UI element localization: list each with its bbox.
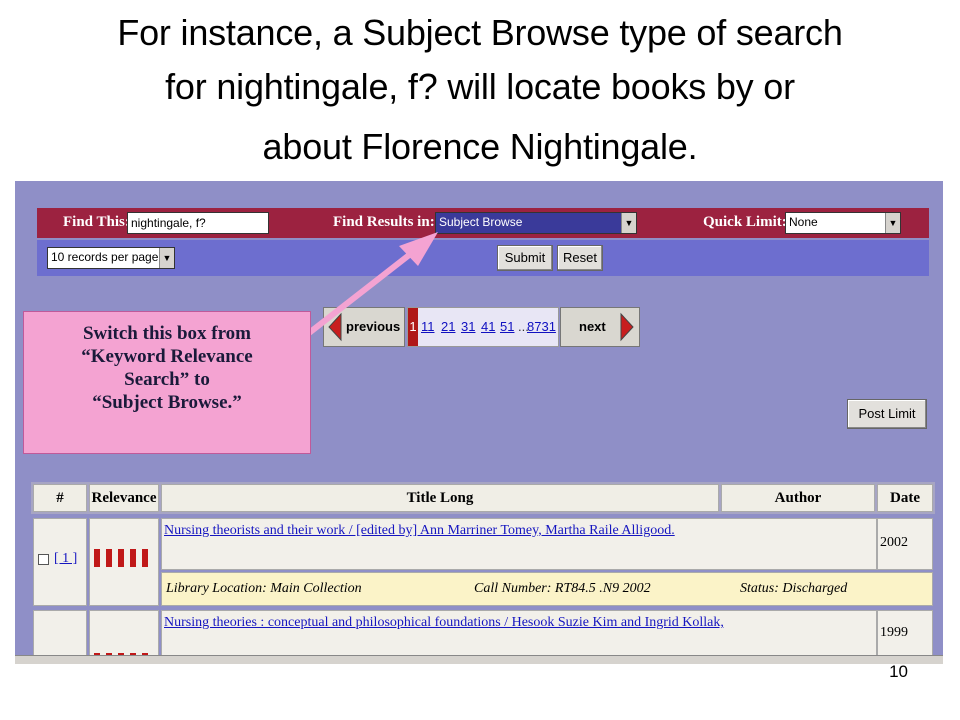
- previous-button[interactable]: previous: [323, 307, 405, 347]
- reset-button[interactable]: Reset: [557, 245, 603, 271]
- relevance-cell: [89, 610, 159, 664]
- col-num[interactable]: #: [33, 484, 87, 512]
- record-title-link[interactable]: Nursing theorists and their work / [edit…: [164, 523, 675, 538]
- options-bar: 10 records per page ▼ Submit Reset: [37, 240, 929, 276]
- col-date[interactable]: Date: [877, 484, 933, 512]
- search-bar: Find This: nightingale, f? Find Results …: [37, 208, 929, 238]
- date-cell: 2002: [877, 518, 933, 570]
- relevance-bar: [130, 549, 136, 567]
- relevance-bar: [106, 549, 112, 567]
- next-button[interactable]: next: [560, 307, 640, 347]
- results-in-select[interactable]: Subject Browse ▼: [435, 212, 637, 234]
- call-number: Call Number: RT84.5 .N9 2002: [474, 581, 651, 596]
- relevance-bars: [92, 549, 156, 567]
- library-location: Library Location: Main Collection: [166, 581, 362, 596]
- arrow-left-icon: [328, 312, 342, 342]
- relevance-bar: [142, 549, 148, 567]
- col-title[interactable]: Title Long: [161, 484, 719, 512]
- page-link[interactable]: 21: [441, 319, 455, 334]
- callout-line1: Switch this box from: [82, 323, 252, 344]
- slide-title: For instance, a Subject Browse type of s…: [20, 6, 940, 174]
- row-num-cell: [33, 610, 87, 660]
- find-results-label: Find Results in:: [333, 214, 435, 230]
- quick-limit-label: Quick Limit:: [703, 214, 787, 230]
- chevron-down-icon[interactable]: ▼: [885, 213, 900, 233]
- page-link[interactable]: 51: [500, 319, 514, 334]
- record-number-link[interactable]: [ 1 ]: [54, 551, 77, 567]
- page-links: 1 11 21 31 41 51 ... 8731: [407, 307, 559, 347]
- find-this-label: Find This:: [63, 214, 130, 230]
- slide-title-line3: about Florence Nightingale.: [262, 126, 698, 167]
- callout-line4: “Subject Browse.”: [92, 392, 242, 413]
- slide-title-line2: for nightingale, f? will locate books by…: [165, 66, 795, 107]
- record-title-link[interactable]: Nursing theories : conceptual and philos…: [164, 615, 724, 630]
- col-author[interactable]: Author: [721, 484, 875, 512]
- chevron-down-icon[interactable]: ▼: [621, 213, 636, 233]
- chevron-down-icon[interactable]: ▼: [159, 248, 174, 268]
- previous-label: previous: [346, 319, 401, 334]
- horizontal-scrollbar[interactable]: [15, 655, 943, 664]
- page-current: 1: [408, 308, 418, 346]
- title-cell: Nursing theorists and their work / [edit…: [161, 518, 877, 570]
- date-cell: 1999: [877, 610, 933, 660]
- slide-page-number: 10: [889, 662, 908, 681]
- page-link[interactable]: 8731: [527, 319, 556, 334]
- arrow-right-icon: [620, 312, 634, 342]
- callout-line2: “Keyword Relevance: [81, 346, 253, 367]
- slide-title-line1: For instance, a Subject Browse type of s…: [117, 12, 843, 53]
- col-relevance[interactable]: Relevance: [89, 484, 159, 512]
- page-link[interactable]: 11: [421, 319, 435, 334]
- page-link[interactable]: 41: [481, 319, 495, 334]
- relevance-bar: [118, 549, 124, 567]
- submit-button[interactable]: Submit: [497, 245, 553, 271]
- row-num-cell: [ 1 ]: [33, 518, 87, 606]
- page-link[interactable]: 31: [461, 319, 475, 334]
- records-per-page-select[interactable]: 10 records per page ▼: [47, 247, 175, 269]
- callout-note: Switch this box from “Keyword Relevance …: [23, 311, 311, 454]
- status: Status: Discharged: [740, 581, 848, 596]
- next-label: next: [579, 319, 606, 334]
- post-limit-button[interactable]: Post Limit: [847, 399, 927, 429]
- table-header: # Relevance Title Long Author Date: [31, 482, 935, 514]
- quick-limit-value: None: [789, 215, 818, 229]
- callout-line3: Search” to: [124, 369, 210, 390]
- checkbox[interactable]: [38, 554, 49, 565]
- records-per-page-value: 10 records per page: [51, 250, 159, 264]
- relevance-cell: [89, 518, 159, 606]
- results-in-value: Subject Browse: [439, 215, 523, 229]
- relevance-bar: [94, 549, 100, 567]
- holdings-row: Library Location: Main Collection Call N…: [161, 572, 933, 606]
- query-input[interactable]: nightingale, f?: [127, 212, 269, 234]
- title-cell: Nursing theories : conceptual and philos…: [161, 610, 877, 660]
- quick-limit-select[interactable]: None ▼: [785, 212, 901, 234]
